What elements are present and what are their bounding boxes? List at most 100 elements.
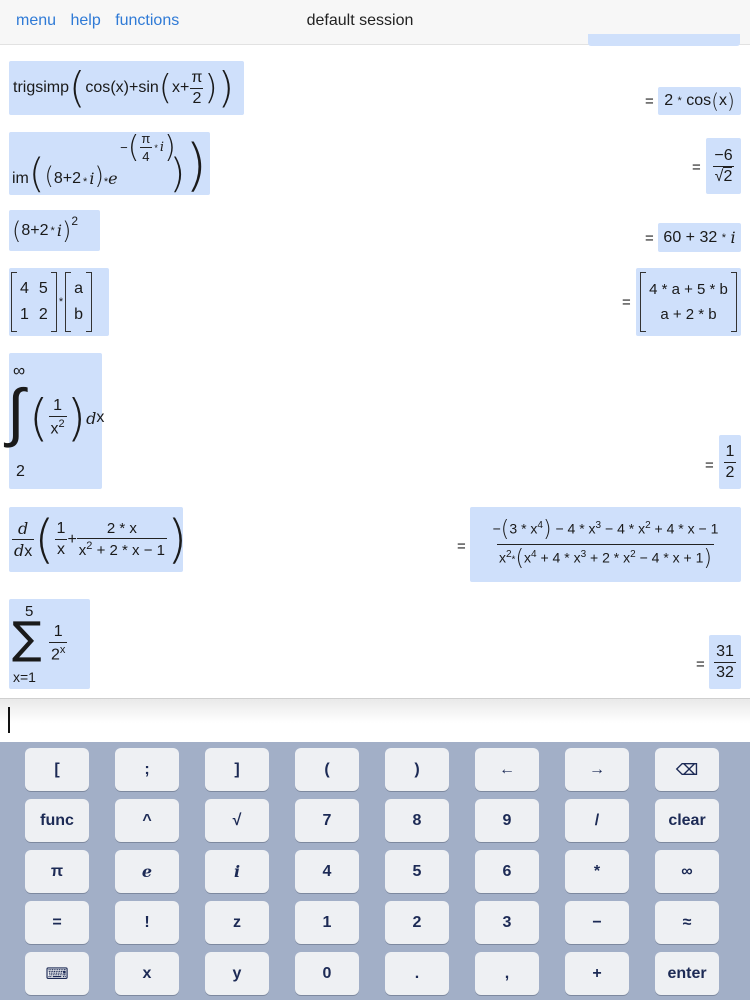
previous-result-box[interactable]	[588, 34, 740, 46]
key-backspace-icon[interactable]: ⌫	[655, 748, 719, 791]
key-open-paren[interactable]: (	[295, 748, 359, 791]
entry-3-result[interactable]: 60 + 32 * i	[658, 223, 741, 252]
numerator: 1	[53, 397, 63, 415]
paren: (	[711, 89, 719, 113]
term: 3 * x	[509, 520, 538, 537]
key-enter[interactable]: enter	[655, 952, 719, 995]
term: + 2 * x	[590, 549, 631, 566]
key-infinity[interactable]: ∞	[655, 850, 719, 893]
entry-5-input[interactable]: ∞ ∫ 2 ( 1 x2 ) dx	[7, 353, 104, 489]
key-approx[interactable]: ≈	[655, 901, 719, 944]
key-x[interactable]: x	[115, 952, 179, 995]
key-4[interactable]: 4	[295, 850, 359, 893]
numerator: 1	[725, 442, 735, 460]
key-keyboard-icon[interactable]: ⌨	[25, 952, 89, 995]
entry-2-input[interactable]: im ( ( 8 +2 * i ) * e − ( π4 * i ) ) )	[9, 131, 210, 198]
expression-input[interactable]	[0, 698, 750, 744]
key-z[interactable]: z	[205, 901, 269, 944]
entry-2-result[interactable]: −6 √2	[706, 138, 741, 194]
key-6[interactable]: 6	[475, 850, 539, 893]
history-area[interactable]: trigsimp ( cos(x) + sin ( x + π 2 ) ) = …	[0, 46, 750, 698]
entry-3-input[interactable]: ( 8 +2 * i ) 2	[9, 210, 100, 251]
entry-6-input[interactable]: d dx ( 1 x + 2 * x x2 + 2 * x − 1 )	[9, 507, 187, 572]
key-0[interactable]: 0	[295, 952, 359, 995]
exponent: 4	[531, 549, 537, 561]
entry-4-input[interactable]: 4 5 1 2 * a b	[9, 268, 109, 336]
times: *	[154, 142, 158, 153]
key-i[interactable]: i	[205, 850, 269, 893]
term: + 4 * x − 1	[654, 520, 719, 537]
equals-sign: =	[622, 294, 631, 311]
var-x: x	[172, 79, 181, 96]
exponent: 2	[58, 418, 65, 431]
key-y[interactable]: y	[205, 952, 269, 995]
key-1[interactable]: 1	[295, 901, 359, 944]
key-comma[interactable]: ,	[475, 952, 539, 995]
entry-6-result[interactable]: −(3 * x4) − 4 * x3 − 4 * x2 + 4 * x − 1 …	[470, 507, 741, 582]
num: 60	[663, 228, 682, 246]
entry-5-result[interactable]: 1 2	[719, 435, 741, 489]
term: − 4 * x	[555, 520, 596, 537]
key-open-bracket[interactable]: [	[25, 748, 89, 791]
times: *	[50, 224, 55, 237]
entry-4-result[interactable]: 4 * a + 5 * b a + 2 * b	[636, 268, 741, 336]
entry-7-result[interactable]: 31 32	[709, 635, 741, 689]
key-pi[interactable]: π	[25, 850, 89, 893]
key-plus[interactable]: +	[565, 952, 629, 995]
plus: +	[67, 530, 77, 548]
key-right-arrow-icon[interactable]: →	[565, 748, 629, 791]
key-sqrt[interactable]: √	[205, 799, 269, 842]
key-equals[interactable]: =	[25, 901, 89, 944]
var-x: x	[719, 92, 727, 109]
key-3[interactable]: 3	[475, 901, 539, 944]
denominator: 4	[140, 147, 152, 164]
num: 8	[53, 170, 63, 187]
sin-func: sin	[138, 79, 159, 96]
key-factorial[interactable]: !	[115, 901, 179, 944]
key-multiply[interactable]: *	[565, 850, 629, 893]
entry-1-result[interactable]: 2 * cos(x)	[658, 87, 741, 115]
exponent: x	[59, 644, 66, 656]
fraction: 2 * x x2 + 2 * x − 1	[76, 520, 167, 559]
denominator: x	[55, 539, 67, 558]
times: *	[677, 95, 682, 107]
base: 2	[51, 646, 60, 664]
key-caret[interactable]: ^	[115, 799, 179, 842]
exponent: 2	[71, 213, 78, 228]
key-close-paren[interactable]: )	[385, 748, 449, 791]
key-e[interactable]: e	[115, 850, 179, 893]
key-7[interactable]: 7	[295, 799, 359, 842]
num: 2	[39, 221, 49, 239]
numerator: −6	[714, 146, 733, 164]
trigsimp-func: trigsimp	[13, 79, 70, 96]
key-func[interactable]: func	[25, 799, 89, 842]
key-left-arrow-icon[interactable]: ←	[475, 748, 539, 791]
fraction: 31 32	[714, 643, 736, 682]
key-8[interactable]: 8	[385, 799, 449, 842]
entry-1-input[interactable]: trigsimp ( cos(x) + sin ( x + π 2 ) )	[9, 61, 244, 115]
entry-7-input[interactable]: 5 ∑ x=1 1 2x	[9, 599, 90, 689]
paren: )	[727, 89, 735, 113]
exponent: 2	[645, 520, 651, 532]
exp-e: e − ( π4 * i )	[108, 131, 176, 188]
key-minus[interactable]: −	[565, 901, 629, 944]
num: 32	[699, 228, 718, 246]
paren: )	[185, 133, 208, 198]
key-2[interactable]: 2	[385, 901, 449, 944]
key-decimal[interactable]: .	[385, 952, 449, 995]
key-close-bracket[interactable]: ]	[205, 748, 269, 791]
matrix-cell: 4	[20, 280, 29, 297]
key-divide[interactable]: /	[565, 799, 629, 842]
plus: +	[30, 221, 40, 239]
paren: (	[127, 129, 140, 165]
key-clear[interactable]: clear	[655, 799, 719, 842]
key-9[interactable]: 9	[475, 799, 539, 842]
fraction: 1 x2	[48, 397, 67, 438]
key-5[interactable]: 5	[385, 850, 449, 893]
d: d	[18, 518, 29, 538]
paren: (	[34, 509, 55, 570]
denominator: x2	[48, 416, 67, 438]
matrix-cell: 2	[38, 306, 48, 323]
result-text: 2	[664, 92, 674, 109]
key-semicolon[interactable]: ;	[115, 748, 179, 791]
